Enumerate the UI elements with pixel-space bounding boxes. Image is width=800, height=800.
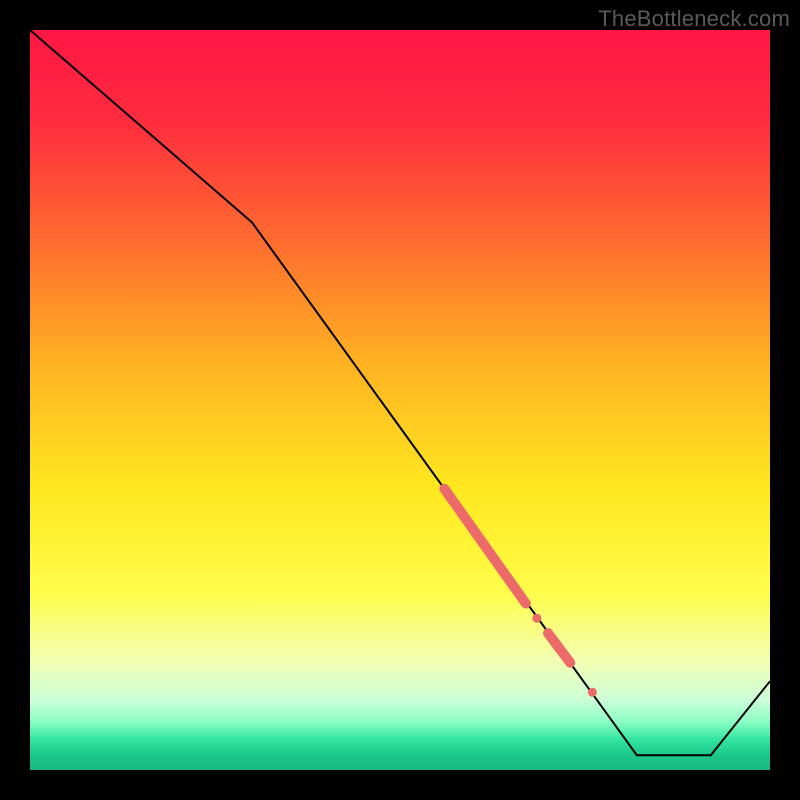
highlight-dot <box>532 614 541 623</box>
highlight-dot <box>588 688 597 697</box>
plot-area <box>30 30 770 770</box>
chart-background <box>30 30 770 770</box>
watermark-label: TheBottleneck.com <box>598 6 790 32</box>
chart-svg <box>30 30 770 770</box>
chart-container: TheBottleneck.com <box>0 0 800 800</box>
